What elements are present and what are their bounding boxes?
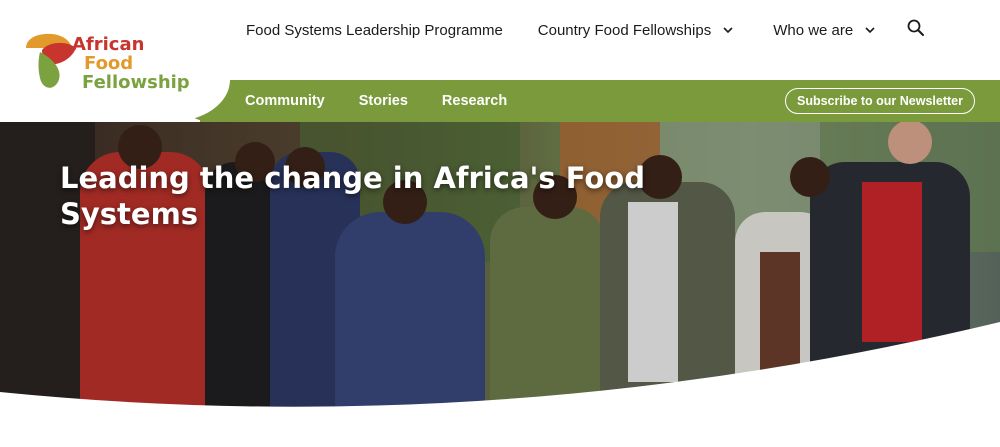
logo-wordmark: African Food Fellowship: [72, 35, 190, 92]
nav-label: Country Food Fellowships: [537, 21, 712, 39]
main-menu: Food Systems Leadership Programme Countr…: [246, 18, 875, 42]
nav-research[interactable]: Research: [442, 93, 507, 109]
nav-stories[interactable]: Stories: [359, 93, 408, 109]
nav-who-we-are[interactable]: Who we are: [773, 22, 875, 39]
chevron-down-icon: [865, 25, 875, 35]
logo-line-3: Fellowship: [82, 72, 190, 93]
nav-community[interactable]: Community: [245, 93, 325, 109]
search-icon[interactable]: [906, 18, 926, 38]
nav-food-systems-leadership-programme[interactable]: Food Systems Leadership Programme: [246, 22, 503, 39]
african-food-fellowship-logo[interactable]: African Food Fellowship: [22, 30, 212, 100]
nav-label: Who we are: [773, 21, 854, 39]
nav-country-food-fellowships[interactable]: Country Food Fellowships: [538, 22, 733, 39]
chevron-down-icon: [723, 25, 733, 35]
page: Food Systems Leadership Programme Countr…: [0, 0, 1000, 447]
hero-banner: Leading the change in Africa's Food Syst…: [0, 122, 1000, 447]
hero-title: Leading the change in Africa's Food Syst…: [60, 161, 645, 231]
nav-label: Food Systems Leadership Programme: [246, 21, 503, 39]
subscribe-newsletter-button[interactable]: Subscribe to our Newsletter: [785, 88, 975, 114]
logo-line-1: African: [72, 34, 145, 55]
logo-line-2: Food: [84, 53, 134, 74]
secondary-menu: Community Stories Research: [245, 80, 507, 122]
